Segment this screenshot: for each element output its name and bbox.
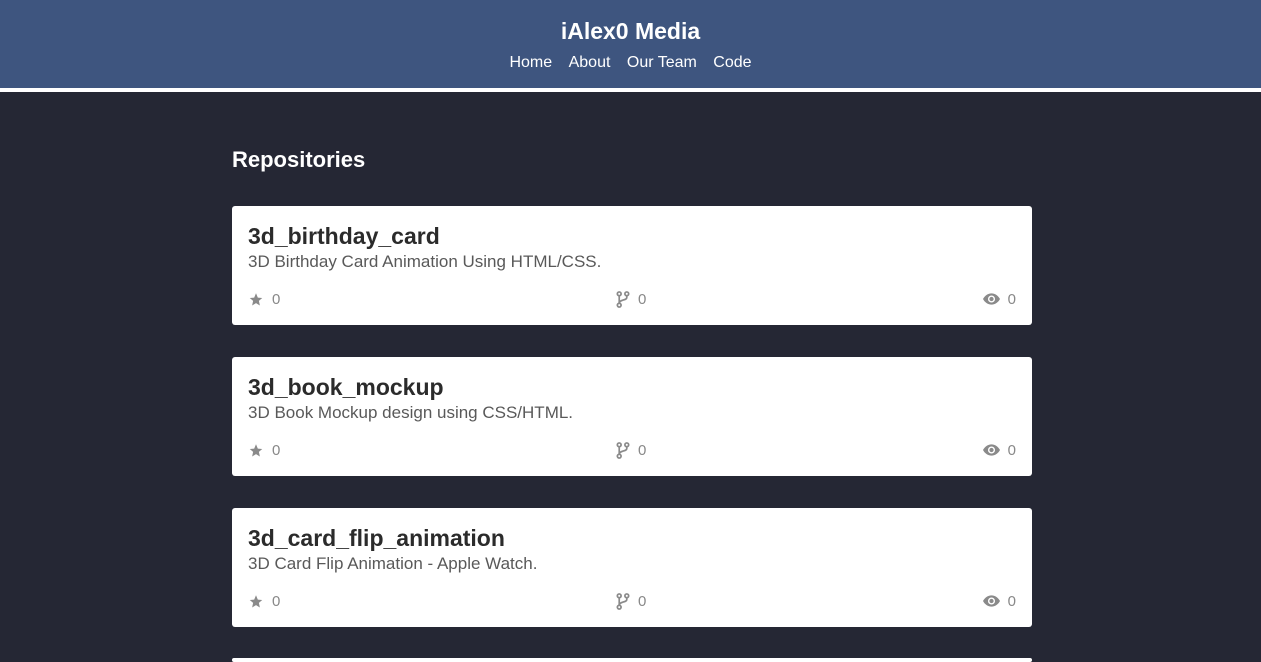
repo-forks: 0 — [616, 591, 646, 611]
eye-icon — [982, 444, 1000, 456]
forks-count: 0 — [638, 441, 647, 459]
watchers-count: 0 — [1007, 592, 1016, 610]
forks-count: 0 — [638, 592, 647, 610]
repo-stars: 0 — [248, 289, 280, 309]
repo-watchers: 0 — [982, 591, 1016, 611]
watchers-count: 0 — [1007, 290, 1016, 308]
site-header: iAlex0 Media Home About Our Team Code — [0, 0, 1261, 88]
repo-name[interactable]: 3d_card_flip_animation — [248, 524, 505, 552]
repo-forks: 0 — [616, 440, 646, 460]
section-title: Repositories — [232, 147, 366, 172]
fork-icon — [616, 290, 630, 308]
repo-card[interactable]: 3d_birthday_card 3D Birthday Card Animat… — [232, 206, 1032, 325]
forks-count: 0 — [638, 290, 647, 308]
eye-icon — [982, 293, 1000, 305]
repo-forks: 0 — [616, 289, 646, 309]
star-icon — [249, 292, 263, 305]
watchers-count: 0 — [1007, 441, 1016, 459]
main-nav: Home About Our Team Code — [0, 52, 1261, 74]
eye-icon — [982, 595, 1000, 607]
site-title: iAlex0 Media — [560, 18, 701, 44]
repo-stars: 0 — [248, 591, 280, 611]
fork-icon — [616, 592, 630, 610]
repo-description: 3D Birthday Card Animation Using HTML/CS… — [248, 252, 602, 271]
repo-watchers: 0 — [982, 440, 1016, 460]
repo-card[interactable]: 3d_card_flip_animation 3D Card Flip Anim… — [232, 508, 1032, 627]
nav-home[interactable]: Home — [509, 52, 552, 74]
header-divider — [0, 88, 1261, 92]
repo-description: 3D Card Flip Animation - Apple Watch. — [248, 554, 538, 573]
star-icon — [249, 443, 263, 456]
repo-name[interactable]: 3d_birthday_card — [248, 222, 440, 250]
stars-count: 0 — [272, 592, 281, 610]
fork-icon — [616, 441, 630, 459]
repo-description: 3D Book Mockup design using CSS/HTML. — [248, 403, 574, 422]
nav-code[interactable]: Code — [713, 52, 751, 74]
stars-count: 0 — [272, 290, 281, 308]
repo-card[interactable]: 3d_book_mockup 3D Book Mockup design usi… — [232, 357, 1032, 476]
nav-about[interactable]: About — [569, 52, 611, 74]
repo-stars: 0 — [248, 440, 280, 460]
repo-card[interactable] — [232, 658, 1032, 662]
repo-name[interactable]: 3d_book_mockup — [248, 373, 444, 401]
nav-our-team[interactable]: Our Team — [627, 52, 697, 74]
repo-watchers: 0 — [982, 289, 1016, 309]
star-icon — [249, 594, 263, 607]
stars-count: 0 — [272, 441, 281, 459]
